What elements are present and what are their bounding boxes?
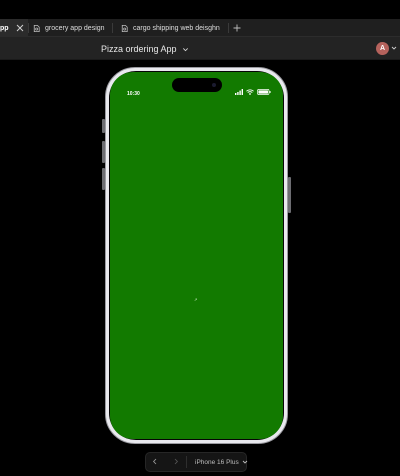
status-icons [232,89,271,95]
status-time: 10:30 [127,91,140,97]
avatar-initial: A [379,45,386,52]
cellular-signal-icon [235,89,243,95]
app-window: pp grocery app design cargo shipping web… [0,0,400,476]
tab-label: cargo shipping web deisghn [133,24,220,32]
new-tab-button[interactable] [231,21,243,35]
tab-label: pp [0,24,9,32]
chevron-down-icon [242,460,248,464]
file-icon [121,24,128,32]
close-icon[interactable] [16,24,24,32]
chevron-left-icon [152,458,156,465]
battery-icon [257,89,271,95]
phone-frame: 10:30 ↗ [105,67,288,444]
tab-separator [28,23,29,33]
chevron-down-icon[interactable] [391,45,397,51]
chevron-right-icon [174,458,178,465]
tab-separator [228,23,229,33]
file-icon [33,24,40,32]
screen-center-mark: ↗ [194,297,198,302]
tab-grocery-app-design[interactable]: grocery app design [32,19,112,37]
device-select[interactable]: iPhone 16 Plus [195,457,248,467]
tab-pizza-ordering-app[interactable]: pp [0,19,28,37]
tab-bar: pp grocery app design cargo shipping web… [0,0,400,37]
dynamic-island [172,78,222,92]
tab-separator [112,23,113,33]
plus-icon [233,24,241,32]
tab-label: grocery app design [45,24,105,32]
tab-cargo-shipping-web-design[interactable]: cargo shipping web deisghn [120,19,228,37]
camera-icon [212,83,216,87]
user-avatar[interactable]: A [376,42,389,55]
toolbar: Pizza ordering App [0,37,400,60]
chevron-down-icon [182,47,188,51]
next-device-button[interactable] [170,456,181,467]
device-name: iPhone 16 Plus [195,458,239,466]
wifi-icon [246,89,254,95]
phone-screen[interactable]: 10:30 ↗ [110,72,283,439]
project-title: Pizza ordering App [101,44,177,54]
side-button [288,177,291,213]
previous-device-button[interactable] [149,456,160,467]
project-title-menu[interactable]: Pizza ordering App [101,43,189,55]
device-toolbar-divider [186,456,187,468]
